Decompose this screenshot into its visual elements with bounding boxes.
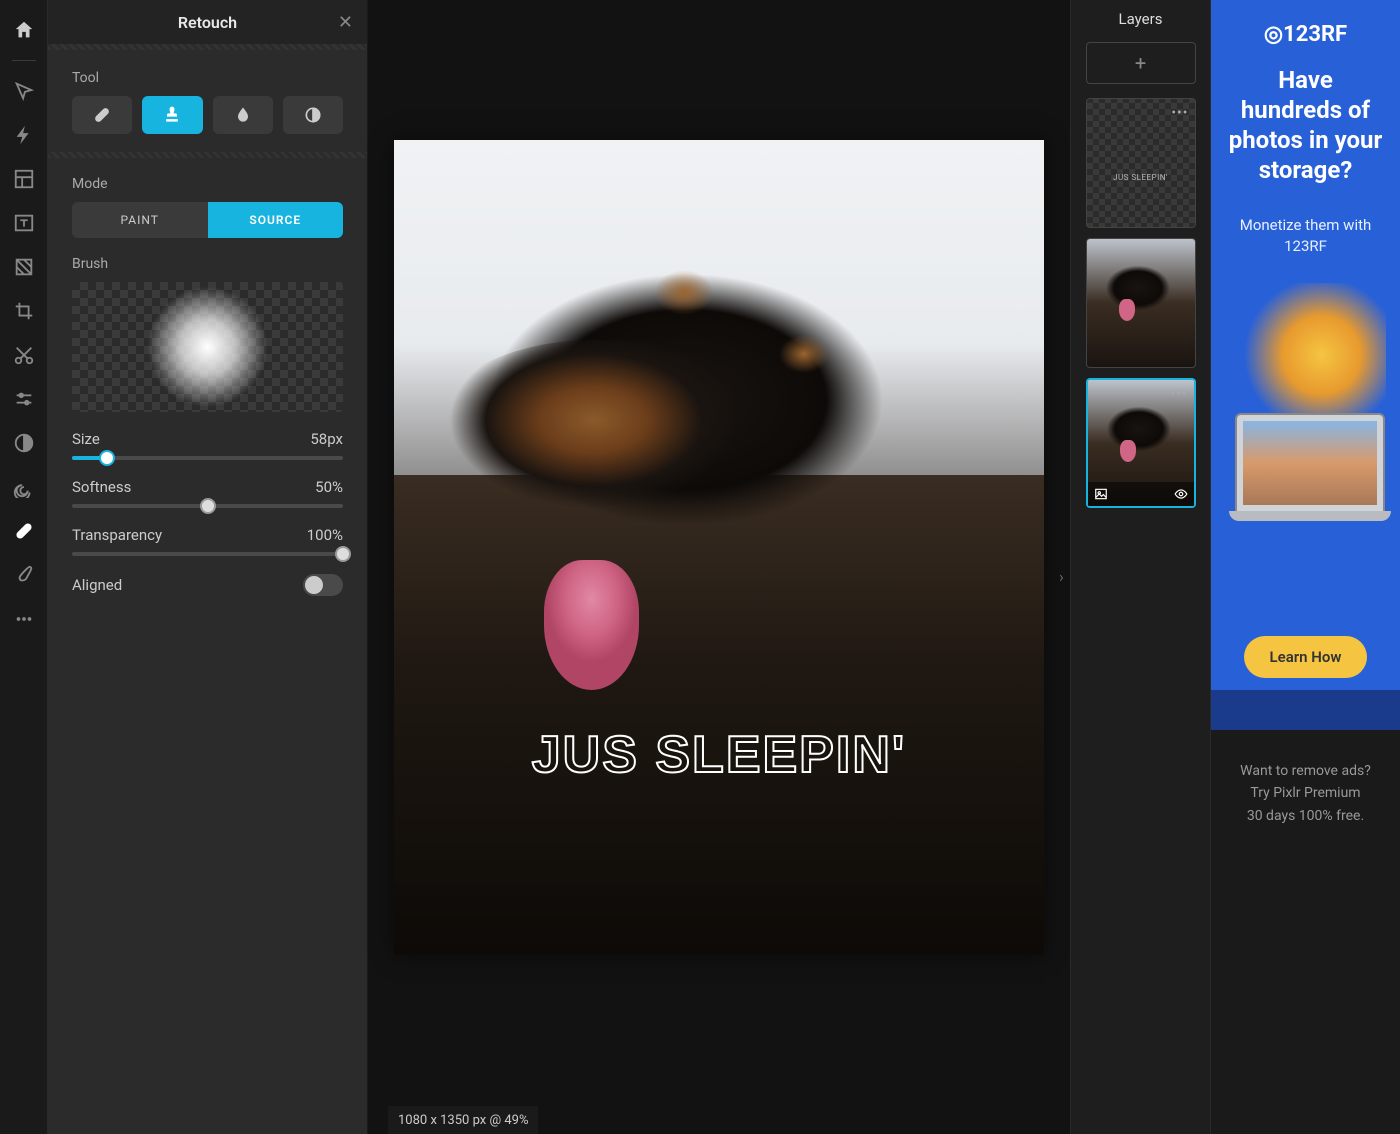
ad-sub: Monetize them with 123RF bbox=[1225, 215, 1386, 257]
eye-icon[interactable] bbox=[1174, 487, 1188, 501]
home-icon[interactable] bbox=[4, 8, 44, 52]
dodge-tool-button[interactable] bbox=[283, 96, 343, 134]
canvas[interactable]: JUS SLEEPIN' bbox=[394, 140, 1044, 955]
contrast-tool-icon[interactable] bbox=[4, 421, 44, 465]
size-value: 58px bbox=[310, 430, 343, 448]
panel-header: Retouch ✕ bbox=[48, 0, 367, 44]
chevron-right-icon[interactable]: › bbox=[1059, 567, 1064, 586]
meme-text: JUS SLEEPIN' bbox=[394, 725, 1044, 785]
more-tool-icon[interactable] bbox=[4, 597, 44, 641]
softness-label: Softness bbox=[72, 478, 131, 496]
brush-preview[interactable] bbox=[72, 282, 343, 412]
layers-title: Layers bbox=[1119, 10, 1163, 28]
close-icon[interactable]: ✕ bbox=[338, 12, 353, 33]
mode-paint-button[interactable]: PAINT bbox=[72, 202, 208, 238]
ad-panel: ◎123RF Have hundreds of photos in your s… bbox=[1210, 0, 1400, 1134]
layer-menu-icon[interactable]: ••• bbox=[1171, 105, 1188, 121]
cut-tool-icon[interactable] bbox=[4, 333, 44, 377]
image-icon bbox=[1094, 487, 1108, 501]
size-slider: Size 58px bbox=[72, 430, 343, 460]
mode-section: Mode PAINT SOURCE bbox=[72, 176, 343, 238]
transparency-label: Transparency bbox=[72, 526, 162, 544]
ad-logo: ◎123RF bbox=[1264, 22, 1347, 47]
mode-row: PAINT SOURCE bbox=[72, 202, 343, 238]
layer-thumb-image bbox=[1101, 257, 1183, 319]
ad-headline: Have hundreds of photos in your storage? bbox=[1225, 65, 1386, 185]
mode-source-button[interactable]: SOURCE bbox=[208, 202, 344, 238]
ad-learn-button[interactable]: Learn How bbox=[1244, 636, 1368, 678]
aligned-toggle[interactable] bbox=[303, 574, 343, 596]
brush-label: Brush bbox=[72, 256, 343, 272]
softness-value: 50% bbox=[315, 478, 343, 496]
transparency-track[interactable] bbox=[72, 552, 343, 556]
transparency-slider: Transparency 100% bbox=[72, 526, 343, 556]
layers-panel: › Layers + ••• JUS SLEEPIN' ••• bbox=[1070, 0, 1210, 1134]
laptop-icon bbox=[1235, 413, 1385, 513]
tool-row bbox=[72, 96, 343, 134]
brush-tool-icon[interactable] bbox=[4, 553, 44, 597]
layer-text-label: JUS SLEEPIN' bbox=[1087, 173, 1195, 182]
ad-caption-l2: Try Pixlr Premium bbox=[1240, 782, 1371, 804]
ad-strip bbox=[1211, 690, 1400, 730]
heal-tool-icon[interactable] bbox=[4, 509, 44, 553]
ad-caption: Want to remove ads? Try Pixlr Premium 30… bbox=[1224, 730, 1387, 857]
ad-banner[interactable]: ◎123RF Have hundreds of photos in your s… bbox=[1211, 0, 1400, 730]
separator-strip bbox=[48, 152, 367, 158]
mode-label: Mode bbox=[72, 176, 343, 192]
left-toolbar bbox=[0, 0, 48, 1134]
tool-section: Tool bbox=[72, 70, 343, 134]
blur-tool-button[interactable] bbox=[213, 96, 273, 134]
transparency-value: 100% bbox=[307, 526, 343, 544]
layer-image-copy[interactable] bbox=[1086, 238, 1196, 368]
aligned-toggle-row: Aligned bbox=[72, 574, 343, 596]
aligned-label: Aligned bbox=[72, 576, 122, 594]
bolt-tool-icon[interactable] bbox=[4, 113, 44, 157]
status-bar: 1080 x 1350 px @ 49% bbox=[388, 1106, 538, 1134]
layer-thumb-image bbox=[1102, 398, 1184, 460]
tool-label: Tool bbox=[72, 70, 343, 86]
stamp-tool-button[interactable] bbox=[142, 96, 202, 134]
fill-tool-icon[interactable] bbox=[4, 245, 44, 289]
ad-caption-l3: 30 days 100% free. bbox=[1240, 805, 1371, 827]
text-tool-icon[interactable] bbox=[4, 201, 44, 245]
layout-tool-icon[interactable] bbox=[4, 157, 44, 201]
layer-thumb-image bbox=[1119, 299, 1135, 321]
softness-slider: Softness 50% bbox=[72, 478, 343, 508]
adjust-tool-icon[interactable] bbox=[4, 377, 44, 421]
size-track[interactable] bbox=[72, 456, 343, 460]
panel-title: Retouch bbox=[178, 13, 237, 32]
add-layer-button[interactable]: + bbox=[1086, 42, 1196, 84]
bandage-tool-button[interactable] bbox=[72, 96, 132, 134]
image-dog-spot bbox=[654, 270, 714, 315]
ad-graphic bbox=[1225, 283, 1386, 523]
size-label: Size bbox=[72, 430, 100, 448]
separator bbox=[12, 60, 36, 61]
spiral-tool-icon[interactable] bbox=[4, 465, 44, 509]
layer-text[interactable]: ••• JUS SLEEPIN' bbox=[1086, 98, 1196, 228]
retouch-panel: Retouch ✕ Tool Mode PAINT SOURCE Brush bbox=[48, 0, 368, 1134]
layer-footer bbox=[1088, 482, 1194, 506]
panel-body: Tool Mode PAINT SOURCE Brush Size 58px bbox=[48, 50, 367, 616]
brush-section: Brush bbox=[72, 256, 343, 412]
canvas-area: JUS SLEEPIN' 1080 x 1350 px @ 49% bbox=[368, 0, 1070, 1134]
layer-image-base[interactable]: ••• bbox=[1086, 378, 1196, 508]
ad-caption-l1: Want to remove ads? bbox=[1240, 760, 1371, 782]
softness-track[interactable] bbox=[72, 504, 343, 508]
image-dog-spot bbox=[779, 335, 829, 373]
image-dog-snout bbox=[424, 340, 764, 540]
arrow-tool-icon[interactable] bbox=[4, 69, 44, 113]
image-tongue bbox=[544, 560, 639, 690]
layer-thumb-image bbox=[1120, 440, 1136, 462]
crop-tool-icon[interactable] bbox=[4, 289, 44, 333]
